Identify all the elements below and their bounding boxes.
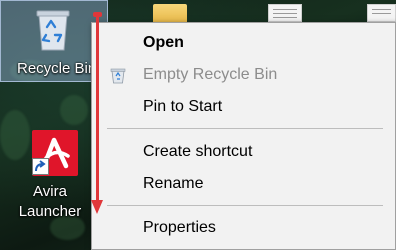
menu-item-empty-recycle-bin[interactable]: Empty Recycle Bin bbox=[92, 60, 395, 90]
desktop-icon-label-line1: Avira bbox=[33, 183, 67, 200]
menu-item-rename[interactable]: Rename bbox=[92, 169, 395, 199]
annotation-arrow-shaft bbox=[96, 14, 99, 204]
annotation-arrow-head-icon bbox=[91, 200, 103, 214]
folder-icon[interactable] bbox=[153, 4, 187, 22]
menu-item-properties[interactable]: Properties bbox=[92, 213, 395, 243]
menu-item-open[interactable]: Open bbox=[92, 28, 395, 58]
menu-item-pin-to-start[interactable]: Pin to Start bbox=[92, 92, 395, 122]
recycle-bin-icon bbox=[36, 10, 70, 51]
menu-item-label: Open bbox=[143, 34, 184, 51]
desktop-background: Recycle Bin Avira Launcher Open Empty Re… bbox=[0, 0, 396, 250]
menu-item-label: Properties bbox=[143, 219, 216, 236]
menu-item-label: Empty Recycle Bin bbox=[143, 66, 278, 83]
desktop-icon-label-line2: Launcher bbox=[18, 203, 82, 220]
menu-item-create-shortcut[interactable]: Create shortcut bbox=[92, 137, 395, 167]
wallpaper-leaf bbox=[60, 95, 88, 125]
menu-item-label: Create shortcut bbox=[143, 143, 253, 160]
shortcut-arrow-icon bbox=[32, 158, 49, 175]
menu-separator bbox=[107, 128, 383, 129]
document-icon[interactable] bbox=[268, 4, 302, 22]
recycle-bin-small-icon bbox=[110, 68, 126, 84]
menu-item-label: Pin to Start bbox=[143, 98, 223, 115]
context-menu: Open Empty Recycle Bin Pin to Start Crea… bbox=[91, 22, 396, 250]
menu-separator bbox=[107, 205, 383, 206]
menu-item-label: Rename bbox=[143, 175, 204, 192]
desktop-icon-avira-launcher[interactable]: Avira Launcher bbox=[10, 128, 90, 228]
document-icon[interactable] bbox=[367, 4, 396, 22]
